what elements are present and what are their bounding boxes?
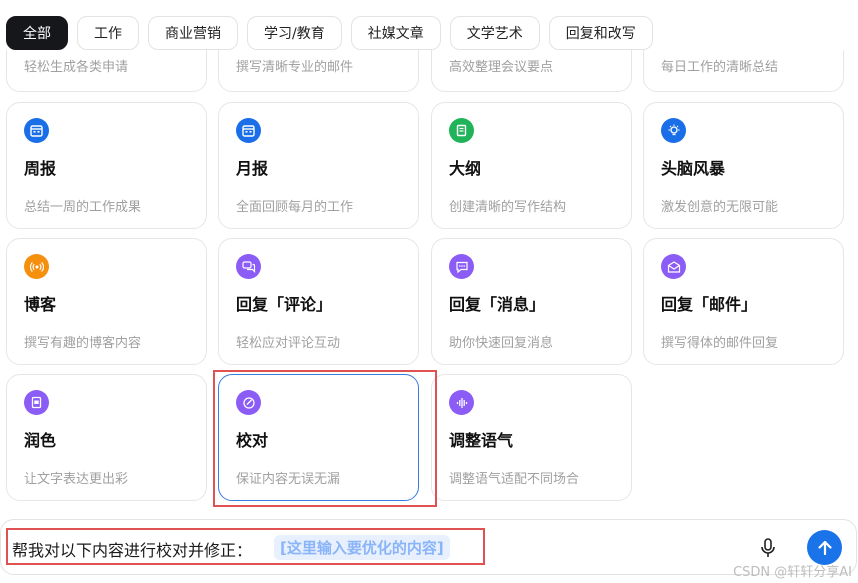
tab-all[interactable]: 全部: [6, 16, 68, 50]
card-reply-comment[interactable]: 回复「评论」 轻松应对评论互动: [218, 238, 419, 365]
card-description: 轻松应对评论互动: [236, 336, 341, 351]
comments-icon: [236, 254, 261, 279]
card-description: 撰写得体的邮件回复: [661, 336, 779, 351]
tab-literature-art[interactable]: 文学艺术: [449, 16, 540, 50]
tab-education[interactable]: 学习/教育: [247, 16, 342, 50]
message-icon: [449, 254, 474, 279]
waveform-icon: [449, 390, 474, 415]
send-button[interactable]: [807, 530, 842, 565]
arrow-up-icon: [817, 540, 832, 555]
calendar-icon: [236, 118, 261, 143]
card-description: 总结一周的工作成果: [24, 200, 142, 215]
card-blog[interactable]: 博客 撰写有趣的博客内容: [6, 238, 207, 365]
card-title: 回复「消息」: [449, 295, 546, 314]
card-title: 博客: [24, 295, 57, 314]
document-icon: [24, 390, 49, 415]
card-description: 轻松生成各类申请: [24, 60, 129, 75]
envelope-icon: [661, 254, 686, 279]
card-reply-message[interactable]: 回复「消息」 助你快速回复消息: [431, 238, 632, 365]
card-description: 调整语气适配不同场合: [449, 472, 580, 487]
lightbulb-icon: [661, 118, 686, 143]
card-title: 头脑风暴: [661, 159, 726, 178]
card-description: 高效整理会议要点: [449, 60, 554, 75]
tab-reply-rewrite[interactable]: 回复和改写: [548, 16, 653, 50]
category-tabs: 全部 工作 商业营销 学习/教育 社媒文章 文学艺术 回复和改写: [6, 16, 653, 50]
card-monthly-report[interactable]: 月报 全面回顾每月的工作: [218, 102, 419, 229]
card-application[interactable]: 轻松生成各类申请: [6, 50, 207, 92]
card-description: 创建清晰的写作结构: [449, 200, 567, 215]
card-title: 调整语气: [449, 431, 514, 450]
card-title: 月报: [236, 159, 269, 178]
calendar-icon: [24, 118, 49, 143]
card-title: 大纲: [449, 159, 482, 178]
tab-work[interactable]: 工作: [77, 16, 139, 50]
card-reply-email[interactable]: 回复「邮件」 撰写得体的邮件回复: [643, 238, 844, 365]
card-adjust-tone[interactable]: 调整语气 调整语气适配不同场合: [431, 374, 632, 501]
card-daily-report[interactable]: 每日工作的清晰总结: [643, 50, 844, 92]
card-description: 助你快速回复消息: [449, 336, 554, 351]
card-description: 撰写清晰专业的邮件: [236, 60, 354, 75]
card-title: 周报: [24, 159, 57, 178]
card-description: 每日工作的清晰总结: [661, 60, 779, 75]
card-polish[interactable]: 润色 让文字表达更出彩: [6, 374, 207, 501]
card-email[interactable]: 撰写清晰专业的邮件: [218, 50, 419, 92]
tab-social-media[interactable]: 社媒文章: [350, 16, 441, 50]
card-description: 让文字表达更出彩: [24, 472, 129, 487]
card-title: 回复「评论」: [236, 295, 333, 314]
previous-card-row: 轻松生成各类申请 撰写清晰专业的邮件 高效整理会议要点 每日工作的清晰总结: [0, 50, 858, 92]
tab-marketing[interactable]: 商业营销: [148, 16, 238, 50]
card-outline[interactable]: 大纲 创建清晰的写作结构: [431, 102, 632, 229]
card-meeting-notes[interactable]: 高效整理会议要点: [431, 50, 632, 92]
app-page: 轻松生成各类申请 撰写清晰专业的邮件 高效整理会议要点 每日工作的清晰总结 全部…: [0, 0, 858, 583]
card-title: 润色: [24, 431, 57, 450]
watermark: CSDN @轩轩分享AI: [733, 565, 852, 580]
microphone-icon[interactable]: [757, 536, 779, 560]
highlight-box-prompt: [6, 528, 485, 565]
card-description: 全面回顾每月的工作: [236, 200, 354, 215]
card-weekly-report[interactable]: 周报 总结一周的工作成果: [6, 102, 207, 229]
card-description: 撰写有趣的博客内容: [24, 336, 142, 351]
card-description: 激发创意的无限可能: [661, 200, 779, 215]
broadcast-icon: [24, 254, 49, 279]
highlight-box-proofread: [213, 370, 437, 507]
notebook-icon: [449, 118, 474, 143]
card-title: 回复「邮件」: [661, 295, 758, 314]
card-brainstorm[interactable]: 头脑风暴 激发创意的无限可能: [643, 102, 844, 229]
